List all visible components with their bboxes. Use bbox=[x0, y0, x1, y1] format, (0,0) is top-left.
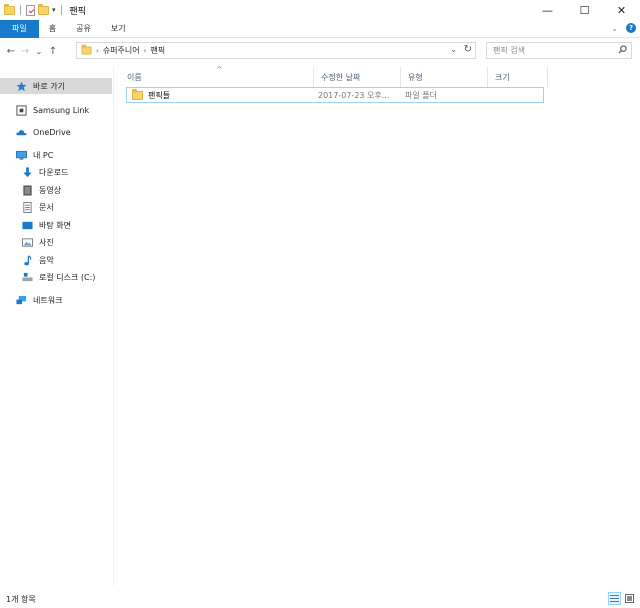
sidebar-item-pictures[interactable]: 사진 bbox=[22, 234, 54, 250]
maximize-button[interactable]: ☐ bbox=[566, 0, 603, 20]
breadcrumb-separator[interactable]: › bbox=[96, 47, 99, 55]
file-list: 이름 ^ 수정한 날짜 유형 크기 팬픽들 2017-07-23 오후... 파… bbox=[120, 62, 640, 582]
sidebar-item-quick-access[interactable]: 바로 가기 bbox=[0, 78, 112, 94]
sidebar-item-network[interactable]: 네트워크 bbox=[16, 292, 62, 308]
folder-icon bbox=[132, 89, 143, 100]
sidebar-item-music[interactable]: 음악 bbox=[22, 252, 54, 268]
column-header-name[interactable]: 이름 ^ bbox=[120, 65, 314, 87]
tab-view[interactable]: 보기 bbox=[101, 20, 136, 38]
search-input[interactable]: 팬픽 검색 bbox=[486, 42, 632, 59]
sidebar-item-label: Samsung Link bbox=[33, 105, 90, 115]
table-row[interactable]: 팬픽들 2017-07-23 오후... 파일 폴더 bbox=[126, 87, 544, 103]
sidebar-item-label: 바탕 화면 bbox=[39, 220, 71, 230]
up-button[interactable]: ↑ bbox=[46, 42, 60, 60]
star-icon bbox=[16, 80, 27, 91]
sidebar-item-label: 네트워크 bbox=[33, 295, 63, 305]
onedrive-icon bbox=[16, 129, 27, 135]
sidebar-item-label: 문서 bbox=[39, 202, 54, 212]
tab-file[interactable]: 파일 bbox=[0, 19, 39, 38]
forward-button[interactable]: → bbox=[18, 42, 32, 60]
pictures-icon bbox=[22, 237, 33, 247]
divider bbox=[60, 5, 62, 15]
column-header-label: 크기 bbox=[495, 72, 510, 82]
qat-dropdown-icon[interactable]: ▾ bbox=[52, 6, 56, 14]
network-icon bbox=[16, 295, 27, 304]
breadcrumb-item[interactable]: 슈퍼주니어 bbox=[103, 45, 140, 56]
column-header-label: 이름 bbox=[127, 72, 142, 82]
search-placeholder: 팬픽 검색 bbox=[493, 46, 525, 55]
sidebar-item-local-disk[interactable]: 로컬 디스크 (C:) bbox=[22, 269, 95, 285]
file-name: 팬픽들 bbox=[148, 91, 171, 100]
item-count: 1개 항목 bbox=[6, 594, 36, 604]
ribbon-right-controls: ⌄ ? bbox=[611, 23, 636, 33]
breadcrumb-separator[interactable]: › bbox=[144, 47, 147, 55]
divider bbox=[20, 5, 21, 15]
file-date: 2017-07-23 오후... bbox=[318, 91, 390, 100]
details-view-button[interactable] bbox=[608, 592, 621, 605]
details-view-icon bbox=[610, 595, 619, 602]
minimize-button[interactable]: — bbox=[529, 0, 566, 20]
window-title: 팬픽 bbox=[69, 6, 87, 17]
close-button[interactable]: ✕ bbox=[603, 0, 640, 20]
quick-access-toolbar: ▾ bbox=[0, 3, 64, 16]
pc-icon bbox=[16, 150, 27, 160]
recent-locations-button[interactable]: ⌄ bbox=[32, 42, 46, 60]
new-folder-icon[interactable] bbox=[38, 3, 49, 15]
column-header-label: 수정한 날짜 bbox=[321, 72, 361, 82]
back-button[interactable]: ← bbox=[4, 42, 18, 60]
download-icon bbox=[23, 166, 32, 177]
video-icon bbox=[23, 184, 32, 196]
properties-icon[interactable] bbox=[26, 4, 35, 16]
samsung-link-icon bbox=[16, 104, 27, 116]
view-switcher bbox=[608, 592, 636, 605]
search-icon[interactable] bbox=[618, 45, 627, 54]
sidebar-item-samsung-link[interactable]: Samsung Link bbox=[16, 102, 89, 118]
file-type: 파일 폴더 bbox=[405, 91, 437, 100]
help-icon[interactable]: ? bbox=[626, 23, 636, 33]
large-icons-view-button[interactable] bbox=[623, 592, 636, 605]
tab-share[interactable]: 공유 bbox=[66, 20, 101, 38]
sidebar-item-desktop[interactable]: 바탕 화면 bbox=[22, 217, 71, 233]
tab-home[interactable]: 홈 bbox=[39, 20, 66, 38]
sidebar-item-label: 내 PC bbox=[33, 150, 54, 160]
sort-ascending-icon: ^ bbox=[216, 65, 223, 74]
column-header-size[interactable]: 크기 bbox=[488, 67, 548, 87]
desktop-icon bbox=[22, 221, 33, 229]
refresh-icon[interactable]: ↻ bbox=[464, 44, 472, 55]
address-row: ← → ⌄ ↑ › 슈퍼주니어 › 팬픽 ⌄ ↻ 팬픽 검색 bbox=[0, 40, 640, 62]
sidebar-item-onedrive[interactable]: OneDrive bbox=[16, 124, 71, 140]
document-icon bbox=[23, 201, 32, 213]
sidebar-item-label: OneDrive bbox=[33, 127, 71, 137]
status-bar: 1개 항목 bbox=[0, 590, 640, 608]
column-header-date[interactable]: 수정한 날짜 bbox=[314, 67, 401, 87]
column-header-type[interactable]: 유형 bbox=[401, 67, 488, 87]
sidebar-item-label: 사진 bbox=[39, 237, 54, 247]
address-bar[interactable]: › 슈퍼주니어 › 팬픽 ⌄ ↻ bbox=[76, 42, 476, 59]
sidebar-item-label: 바로 가기 bbox=[33, 81, 65, 91]
title-bar: ▾ 팬픽 — ☐ ✕ bbox=[0, 0, 640, 20]
navigation-pane: 바로 가기 Samsung Link OneDrive 내 PC 다운로드 동영… bbox=[0, 66, 114, 586]
folder-icon bbox=[4, 3, 15, 15]
folder-icon bbox=[81, 44, 92, 55]
address-dropdown-icon[interactable]: ⌄ bbox=[450, 45, 457, 54]
sidebar-item-documents[interactable]: 문서 bbox=[22, 199, 54, 215]
sidebar-item-label: 동영상 bbox=[39, 185, 62, 195]
large-icons-view-icon bbox=[625, 594, 634, 603]
sidebar-item-this-pc[interactable]: 내 PC bbox=[16, 147, 53, 163]
music-icon bbox=[24, 254, 32, 265]
sidebar-item-label: 다운로드 bbox=[39, 167, 69, 177]
sidebar-item-label: 로컬 디스크 (C:) bbox=[39, 272, 96, 282]
breadcrumb-item[interactable]: 팬픽 bbox=[150, 45, 165, 56]
disk-icon bbox=[22, 272, 33, 281]
window-controls: — ☐ ✕ bbox=[529, 0, 640, 20]
ribbon-tabs: 파일 홈 공유 보기 ⌄ ? bbox=[0, 19, 640, 38]
sidebar-item-label: 음악 bbox=[39, 255, 54, 265]
expand-ribbon-icon[interactable]: ⌄ bbox=[611, 24, 618, 33]
sidebar-item-videos[interactable]: 동영상 bbox=[22, 182, 61, 198]
column-header-label: 유형 bbox=[408, 72, 423, 82]
sidebar-item-downloads[interactable]: 다운로드 bbox=[22, 164, 68, 180]
